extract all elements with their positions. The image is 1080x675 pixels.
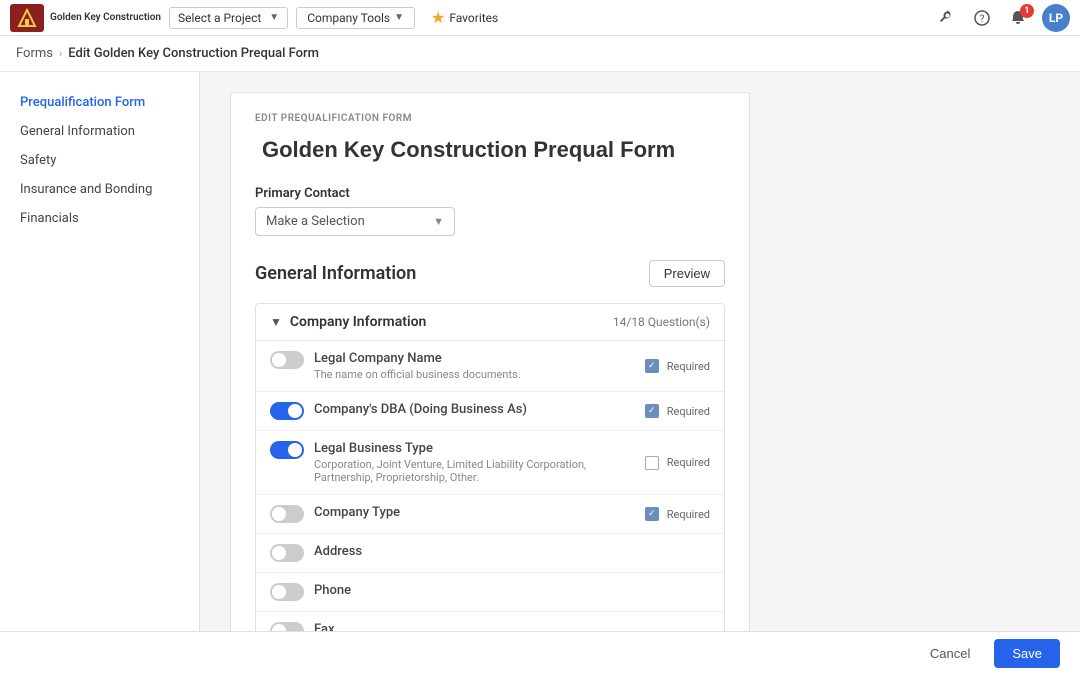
- form-card: EDIT PREQUALIFICATION FORM Primary Conta…: [230, 92, 750, 631]
- sidebar-item-financials[interactable]: Financials: [0, 204, 199, 233]
- toggle-phone[interactable]: [270, 583, 304, 601]
- sidebar-item-insurance-and-bonding[interactable]: Insurance and Bonding: [0, 175, 199, 204]
- field-row-company-dba: Company's DBA (Doing Business As) Requir…: [256, 392, 724, 431]
- notifications-button[interactable]: 1: [1006, 6, 1030, 30]
- preview-button[interactable]: Preview: [649, 260, 725, 287]
- toggle-company-type[interactable]: [270, 505, 304, 523]
- logo-area: Golden Key Construction: [10, 4, 161, 32]
- chevron-down-icon: ▼: [394, 12, 404, 23]
- field-info-fax: Fax: [314, 622, 335, 631]
- field-row-legal-company-name: Legal Company Name The name on official …: [256, 341, 724, 392]
- field-row-fax: Fax: [256, 612, 724, 631]
- field-row-address: Address: [256, 534, 724, 573]
- chevron-down-icon: ▼: [269, 12, 279, 23]
- save-button[interactable]: Save: [994, 639, 1060, 668]
- field-left: Legal Business Type Corporation, Joint V…: [270, 441, 645, 484]
- content-area: EDIT PREQUALIFICATION FORM Primary Conta…: [200, 72, 1080, 631]
- company-name: Golden Key Construction: [50, 12, 161, 24]
- field-right: Required: [645, 507, 710, 521]
- company-tools-button[interactable]: Company Tools ▼: [296, 7, 415, 29]
- sidebar-item-safety[interactable]: Safety: [0, 146, 199, 175]
- breadcrumb: Forms › Edit Golden Key Construction Pre…: [0, 36, 1080, 72]
- general-info-header: General Information Preview: [255, 260, 725, 287]
- nav-right: ? 1 LP: [934, 4, 1070, 32]
- field-left: Address: [270, 544, 362, 562]
- field-row-phone: Phone: [256, 573, 724, 612]
- breadcrumb-current-page: Edit Golden Key Construction Prequal For…: [68, 46, 319, 61]
- company-information-section: ▼ Company Information 14/18 Question(s) …: [255, 303, 725, 631]
- cancel-button[interactable]: Cancel: [916, 640, 984, 667]
- toggle-legal-business-type[interactable]: [270, 441, 304, 459]
- sidebar-item-general-information[interactable]: General Information: [0, 117, 199, 146]
- help-icon[interactable]: ?: [970, 6, 994, 30]
- main-layout: Prequalification Form General Informatio…: [0, 72, 1080, 631]
- field-info-legal-company-name: Legal Company Name The name on official …: [314, 351, 521, 381]
- field-left: Company Type: [270, 505, 400, 523]
- field-left: Phone: [270, 583, 351, 601]
- field-row-legal-business-type: Legal Business Type Corporation, Joint V…: [256, 431, 724, 495]
- favorites-button[interactable]: ★ Favorites: [423, 5, 506, 30]
- dropdown-arrow-icon: ▼: [433, 215, 444, 228]
- company-logo: [10, 4, 44, 32]
- sidebar-item-prequalification-form[interactable]: Prequalification Form: [0, 88, 199, 117]
- field-info-legal-business-type: Legal Business Type Corporation, Joint V…: [314, 441, 645, 484]
- project-selector[interactable]: Select a Project ▼: [169, 7, 288, 29]
- notification-count: 1: [1020, 4, 1034, 18]
- field-info-company-dba: Company's DBA (Doing Business As): [314, 402, 527, 417]
- field-row-company-type: Company Type Required: [256, 495, 724, 534]
- toggle-company-dba[interactable]: [270, 402, 304, 420]
- toggle-address[interactable]: [270, 544, 304, 562]
- required-checkbox-company-dba[interactable]: [645, 404, 659, 418]
- form-title-input[interactable]: [255, 132, 725, 168]
- primary-contact-dropdown[interactable]: Make a Selection ▼: [255, 207, 455, 236]
- breadcrumb-separator: ›: [59, 47, 62, 60]
- tools-icon[interactable]: [934, 6, 958, 30]
- company-section-title: Company Information: [290, 314, 426, 330]
- field-info-phone: Phone: [314, 583, 351, 598]
- question-count: 14/18 Question(s): [613, 315, 710, 329]
- primary-contact-label: Primary Contact: [255, 186, 725, 201]
- required-checkbox-legal-company-name[interactable]: [645, 359, 659, 373]
- required-checkbox-company-type[interactable]: [645, 507, 659, 521]
- edit-form-label: EDIT PREQUALIFICATION FORM: [255, 113, 725, 124]
- bottom-action-bar: Cancel Save: [0, 631, 1080, 675]
- field-right: Required: [645, 456, 710, 470]
- section-title: General Information: [255, 263, 416, 284]
- company-section-header[interactable]: ▼ Company Information 14/18 Question(s): [256, 304, 724, 341]
- star-icon: ★: [431, 8, 445, 27]
- field-left: Fax: [270, 622, 335, 631]
- required-checkbox-legal-business-type[interactable]: [645, 456, 659, 470]
- field-info-company-type: Company Type: [314, 505, 400, 520]
- breadcrumb-forms-link[interactable]: Forms: [16, 46, 53, 61]
- collapse-icon: ▼: [270, 315, 282, 329]
- toggle-fax[interactable]: [270, 622, 304, 631]
- field-right: Required: [645, 359, 710, 373]
- field-info-address: Address: [314, 544, 362, 559]
- field-left: Company's DBA (Doing Business As): [270, 402, 527, 420]
- company-section-title-row: ▼ Company Information: [270, 314, 426, 330]
- sidebar: Prequalification Form General Informatio…: [0, 72, 200, 631]
- user-avatar[interactable]: LP: [1042, 4, 1070, 32]
- svg-text:?: ?: [980, 14, 985, 25]
- top-navigation: Golden Key Construction Select a Project…: [0, 0, 1080, 36]
- field-left: Legal Company Name The name on official …: [270, 351, 521, 381]
- toggle-legal-company-name[interactable]: [270, 351, 304, 369]
- field-right: Required: [645, 404, 710, 418]
